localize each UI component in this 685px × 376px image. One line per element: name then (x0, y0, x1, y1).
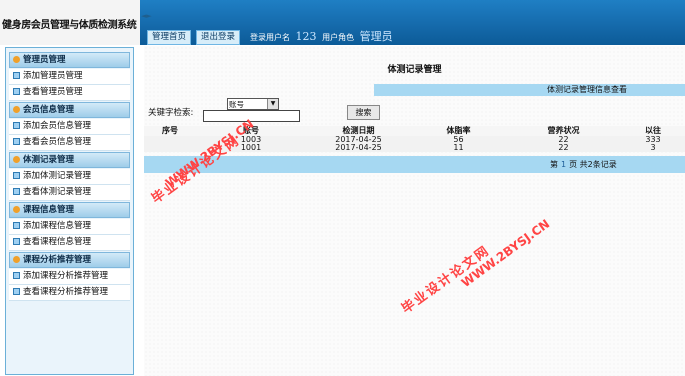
subtitle-bar: 体测记录管理信息查看 (374, 84, 685, 96)
pager-page-link[interactable]: 1 (561, 160, 566, 169)
sidebar-item-add-fitness-test[interactable]: 添加体测记录管理 (9, 169, 130, 185)
table-cell: 22 (506, 144, 621, 152)
section-icon (13, 256, 20, 263)
table-cell: 2017-04-25 (306, 144, 411, 152)
username: 123 (295, 30, 317, 43)
bullet-icon (13, 288, 20, 295)
subtitle: 体测记录管理信息查看 (547, 85, 627, 94)
section-icon (13, 56, 20, 63)
bullet-icon (13, 88, 20, 95)
sidebar-section-course[interactable]: 课程信息管理 (9, 202, 130, 218)
sidebar-item-view-fitness-test[interactable]: 查看体测记录管理 (9, 185, 130, 201)
bullet-icon (13, 188, 20, 195)
user-info: 登录用户名 123 用户角色 管理员 (250, 28, 396, 44)
pager-prefix: 第 (550, 160, 558, 169)
bullet-icon (13, 122, 20, 129)
sidebar-item-add-course-recommend[interactable]: 添加课程分析推荐管理 (9, 269, 130, 285)
search-select-value: 账号 (229, 100, 244, 109)
section-icon (13, 106, 20, 113)
search-field-select[interactable]: 账号 ▼ (227, 98, 279, 110)
bullet-icon (13, 272, 20, 279)
sidebar-item-view-course-recommend[interactable]: 查看课程分析推荐管理 (9, 285, 130, 301)
app-title-area: 健身房会员管理与体质检测系统 (0, 0, 140, 45)
app-title: 健身房会员管理与体质检测系统 (2, 20, 137, 31)
search-label: 关键字检索: (148, 108, 194, 118)
sidebar-item-view-admin[interactable]: 查看管理员管理 (9, 85, 130, 101)
section-icon (13, 156, 20, 163)
header-bar: 管理首页 退出登录 登录用户名 123 用户角色 管理员 (140, 0, 685, 45)
table-cell (144, 144, 196, 152)
bullet-icon (13, 222, 20, 229)
bullet-icon (13, 172, 20, 179)
role-label: 用户角色 (322, 33, 355, 42)
sidebar-section-course-recommend[interactable]: 课程分析推荐管理 (9, 252, 130, 268)
section-icon (13, 206, 20, 213)
sidebar-section-member[interactable]: 会员信息管理 (9, 102, 130, 118)
sidebar-item-add-admin[interactable]: 添加管理员管理 (9, 69, 130, 85)
table-cell: 3 (621, 144, 685, 152)
page-title: 体测记录管理 (387, 65, 442, 75)
chevron-down-icon: ▼ (267, 99, 278, 109)
search-button[interactable]: 搜索 (347, 105, 380, 120)
sidebar-item-add-member[interactable]: 添加会员信息管理 (9, 119, 130, 135)
pagination-bar: 第1页 共2条记录 (144, 156, 685, 173)
tab-logout[interactable]: 退出登录 (196, 30, 241, 45)
col-header-index: 序号 (144, 126, 196, 136)
main-content: 体测记录管理 体测记录管理信息查看 关键字检索: 账号 ▼ 搜索 序号 账号 检… (144, 46, 685, 376)
sidebar-item-add-course[interactable]: 添加课程信息管理 (9, 219, 130, 235)
bullet-icon (13, 72, 20, 79)
bullet-icon (13, 138, 20, 145)
bullet-icon (13, 238, 20, 245)
sidebar-section-admin[interactable]: 管理员管理 (9, 52, 130, 68)
sidebar-item-view-member[interactable]: 查看会员信息管理 (9, 135, 130, 151)
sidebar: 管理员管理 添加管理员管理 查看管理员管理 会员信息管理 添加会员信息管理 查看… (5, 47, 134, 375)
role-value: 管理员 (359, 30, 393, 43)
sidebar-toggle-icon[interactable]: ◄► (141, 12, 152, 20)
pager-summary: 页 共2条记录 (569, 160, 617, 169)
user-label: 登录用户名 (250, 33, 290, 42)
sidebar-item-view-course[interactable]: 查看课程信息管理 (9, 235, 130, 251)
search-input[interactable] (203, 110, 300, 122)
sidebar-section-fitness-test[interactable]: 体测记录管理 (9, 152, 130, 168)
table-cell (144, 136, 196, 144)
tab-admin-home[interactable]: 管理首页 (147, 30, 192, 45)
table-cell: 11 (411, 144, 506, 152)
